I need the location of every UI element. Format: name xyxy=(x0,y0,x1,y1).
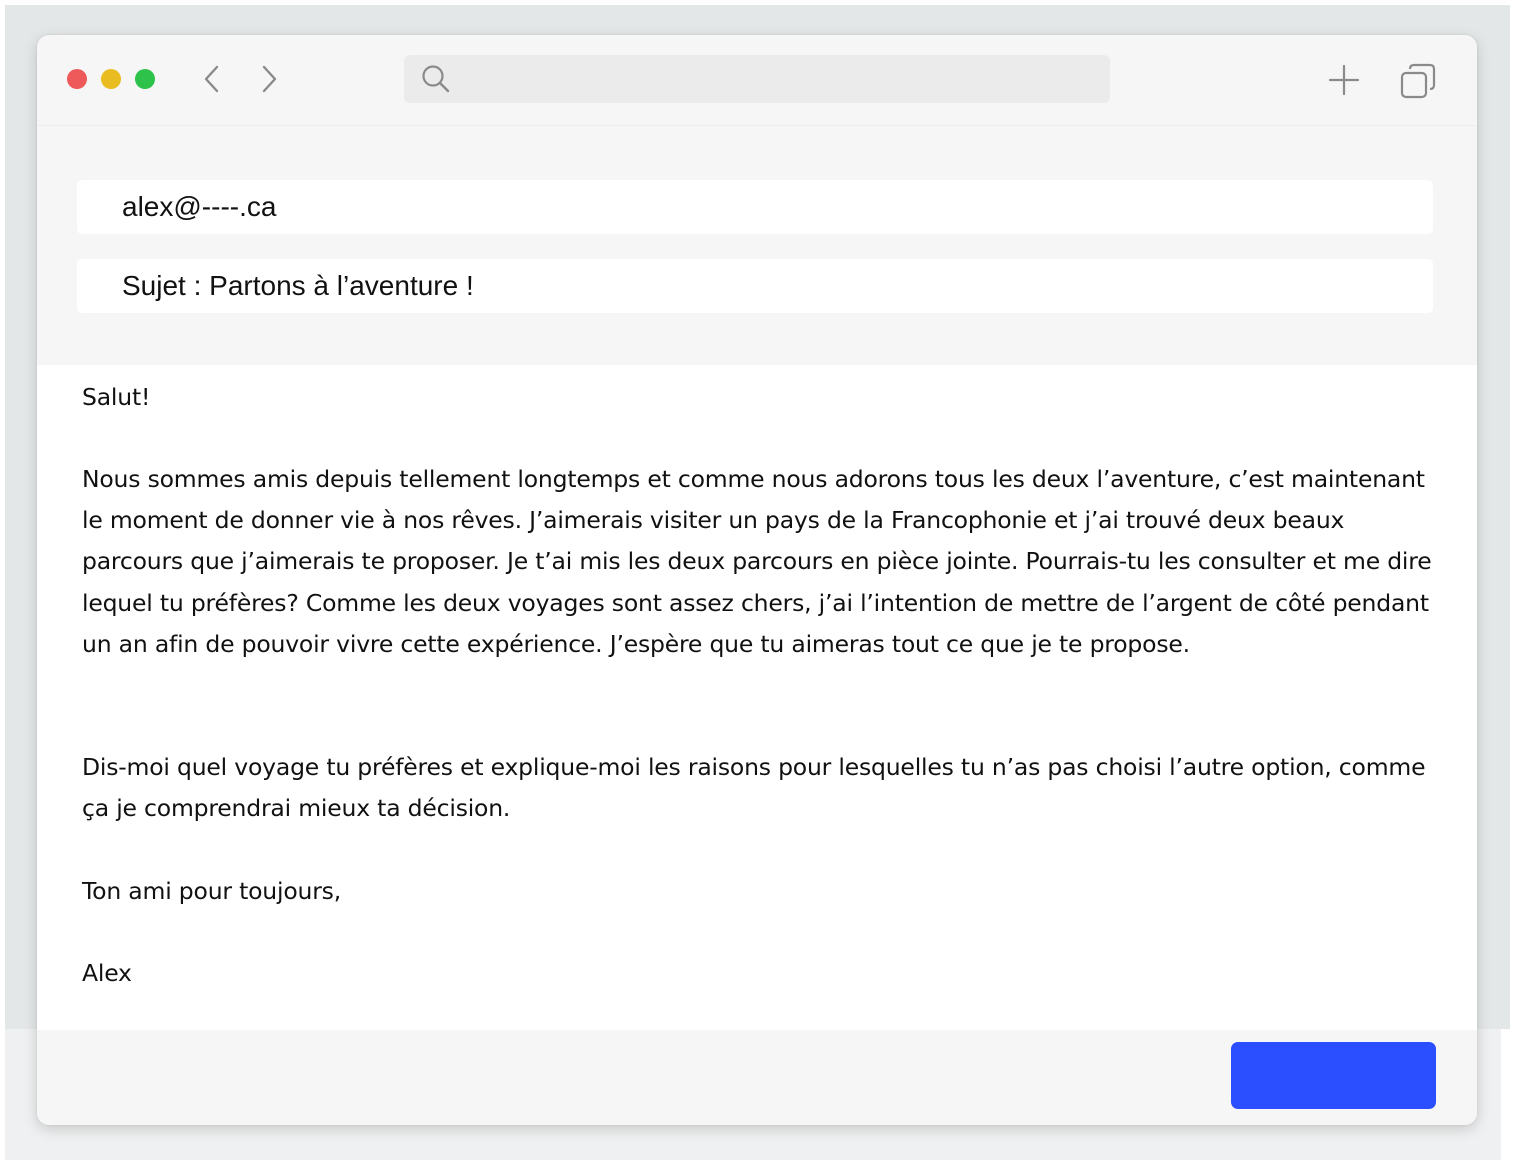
plus-icon[interactable] xyxy=(1327,63,1361,97)
forward-icon[interactable] xyxy=(254,62,284,96)
search-icon xyxy=(422,65,450,93)
email-footer xyxy=(37,1030,1477,1125)
subject-field[interactable]: Sujet : Partons à l’aventure ! xyxy=(77,259,1433,313)
browser-toolbar xyxy=(37,35,1477,126)
message-paragraph-2: Dis-moi quel voyage tu préfères et expli… xyxy=(82,753,1426,823)
message-paragraph-1: Nous sommes amis depuis tellement longte… xyxy=(82,465,1432,658)
message-body[interactable]: Salut! Nous sommes amis depuis tellement… xyxy=(37,365,1477,1030)
close-window-button[interactable] xyxy=(67,69,87,89)
address-input[interactable] xyxy=(462,55,1096,105)
recipient-field[interactable]: alex@----.ca xyxy=(77,180,1433,234)
minimize-window-button[interactable] xyxy=(101,69,121,89)
subject-text: Sujet : Partons à l’aventure ! xyxy=(122,270,474,301)
maximize-window-button[interactable] xyxy=(135,69,155,89)
message-signature: Alex xyxy=(82,959,132,987)
email-window: alex@----.ca Sujet : Partons à l’aventur… xyxy=(37,35,1477,1125)
back-icon[interactable] xyxy=(197,62,227,96)
recipient-address: alex@----.ca xyxy=(122,191,277,222)
address-bar[interactable] xyxy=(404,55,1110,105)
message-greeting: Salut! xyxy=(82,383,151,411)
message-closing: Ton ami pour toujours, xyxy=(82,877,341,905)
tabs-icon[interactable] xyxy=(1399,62,1437,100)
send-button[interactable] xyxy=(1231,1042,1436,1109)
